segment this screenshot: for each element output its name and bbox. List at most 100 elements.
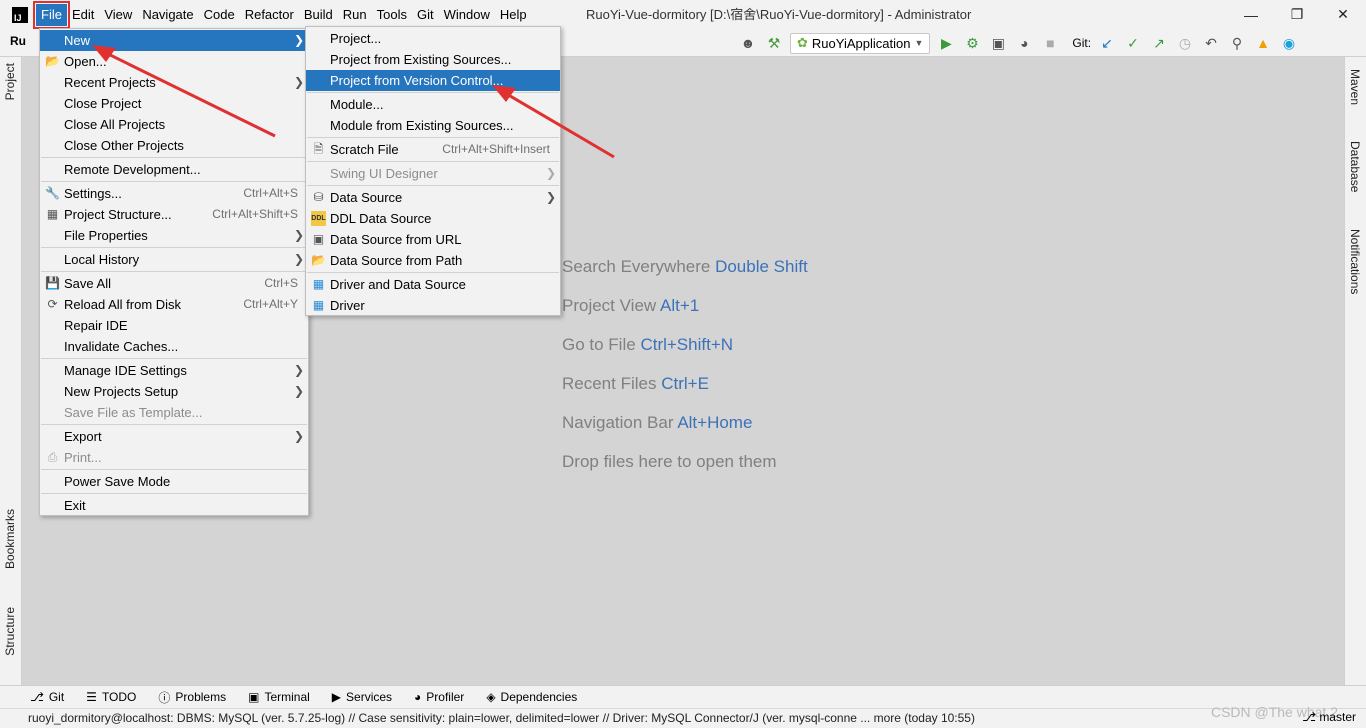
menu-item-data-source[interactable]: ⛁ Data Source ❯ <box>306 187 560 208</box>
menu-view[interactable]: View <box>99 4 137 26</box>
menu-item-local-history[interactable]: Local History ❯ <box>40 249 308 270</box>
tab-services[interactable]: ▶ Services <box>332 690 392 704</box>
update-available-icon[interactable]: ▲ <box>1253 33 1273 53</box>
menu-item-close-project[interactable]: Close Project <box>40 93 308 114</box>
menu-help[interactable]: Help <box>495 4 532 26</box>
menu-item-power-save-mode[interactable]: Power Save Mode <box>40 471 308 492</box>
menu-separator <box>41 358 307 359</box>
search-icon[interactable]: ⚲ <box>1227 33 1247 53</box>
menu-item-save-all[interactable]: 💾 Save All Ctrl+S <box>40 273 308 294</box>
menu-window[interactable]: Window <box>439 4 495 26</box>
menu-separator <box>41 157 307 158</box>
chevron-right-icon: ❯ <box>545 166 556 180</box>
menu-item-project-from-vcs[interactable]: Project from Version Control... <box>306 70 560 91</box>
title-bar: IJ File Edit View Navigate Code Refactor… <box>0 0 1366 29</box>
stop-icon[interactable]: ■ <box>1040 33 1060 53</box>
git-update-icon[interactable]: ↙ <box>1097 33 1117 53</box>
right-tool-stripe: Maven Database Notifications <box>1344 57 1366 685</box>
menu-item-exit[interactable]: Exit <box>40 495 308 516</box>
chevron-right-icon: ❯ <box>293 228 304 242</box>
close-window-button[interactable]: ✕ <box>1320 0 1366 29</box>
menu-item-close-all-projects[interactable]: Close All Projects <box>40 114 308 135</box>
debug-icon[interactable]: ⚙ <box>962 33 982 53</box>
menu-item-new-module[interactable]: Module... <box>306 94 560 115</box>
menu-item-invalidate-caches[interactable]: Invalidate Caches... <box>40 336 308 357</box>
menu-build[interactable]: Build <box>299 4 338 26</box>
menu-tools[interactable]: Tools <box>372 4 412 26</box>
menu-item-new[interactable]: New ❯ <box>40 30 308 51</box>
menu-item-reload-all[interactable]: ⟳ Reload All from Disk Ctrl+Alt+Y <box>40 294 308 315</box>
hint-recent-files: Recent Files Ctrl+E <box>562 374 709 393</box>
tab-problems[interactable]: ⓘ Problems <box>158 689 226 706</box>
menu-refactor[interactable]: Refactor <box>240 4 299 26</box>
tab-dependencies[interactable]: ◈ Dependencies <box>486 690 577 704</box>
menu-item-export[interactable]: Export ❯ <box>40 426 308 447</box>
menu-item-new-projects-setup[interactable]: New Projects Setup ❯ <box>40 381 308 402</box>
menu-item-recent-projects[interactable]: Recent Projects ❯ <box>40 72 308 93</box>
menu-file[interactable]: File <box>33 0 70 29</box>
menu-item-open[interactable]: 📂 Open... <box>40 51 308 72</box>
status-bar-message[interactable]: ruoyi_dormitory@localhost: DBMS: MySQL (… <box>0 708 1366 728</box>
hint-drop-files: Drop files here to open them <box>562 452 777 471</box>
dependencies-icon: ◈ <box>486 690 496 704</box>
database-icon: ⛁ <box>313 190 324 204</box>
branch-label: master <box>1319 710 1356 724</box>
tab-maven[interactable]: Maven <box>1348 69 1362 105</box>
menu-item-settings[interactable]: 🔧 Settings... Ctrl+Alt+S <box>40 183 308 204</box>
menu-item-file-properties[interactable]: File Properties ❯ <box>40 225 308 246</box>
tab-profiler[interactable]: ◕ Profiler <box>414 690 464 704</box>
menu-code[interactable]: Code <box>199 4 240 26</box>
reload-icon: ⟳ <box>47 297 58 311</box>
git-branch-icon: ⎇ <box>30 690 44 704</box>
run-config-selector[interactable]: ✿ RuoYiApplication ▼ <box>790 32 931 54</box>
menu-navigate[interactable]: Navigate <box>137 4 198 26</box>
git-history-icon[interactable]: ◷ <box>1175 33 1195 53</box>
tab-bookmarks[interactable]: Bookmarks <box>3 509 17 569</box>
menu-item-driver-and-data-source[interactable]: ▦ Driver and Data Source <box>306 274 560 295</box>
tab-terminal[interactable]: ▣ Terminal <box>248 690 310 704</box>
menu-edit[interactable]: Edit <box>67 4 99 26</box>
menu-item-project-from-existing[interactable]: Project from Existing Sources... <box>306 49 560 70</box>
menu-item-driver[interactable]: ▦ Driver <box>306 295 560 316</box>
menu-item-repair-ide[interactable]: Repair IDE <box>40 315 308 336</box>
rollback-icon[interactable]: ↶ <box>1201 33 1221 53</box>
menu-separator <box>307 161 559 162</box>
file-menu: New ❯ 📂 Open... Recent Projects ❯ Close Pro… <box>39 28 309 516</box>
window-controls: — ❐ ✕ <box>1228 0 1366 29</box>
menu-item-module-from-existing[interactable]: Module from Existing Sources... <box>306 115 560 136</box>
menu-git[interactable]: Git <box>412 4 439 26</box>
problems-icon: ⓘ <box>158 690 171 705</box>
tab-git[interactable]: ⎇ Git <box>30 690 64 704</box>
git-push-icon[interactable]: ↗ <box>1149 33 1169 53</box>
project-breadcrumb[interactable]: Ru <box>10 34 26 48</box>
tab-project[interactable]: Project <box>3 63 17 100</box>
git-commit-icon[interactable]: ✓ <box>1123 33 1143 53</box>
menu-item-data-source-from-path[interactable]: 📂 Data Source from Path <box>306 250 560 271</box>
run-icon[interactable]: ▶ <box>936 33 956 53</box>
coverage-icon[interactable]: ▣ <box>988 33 1008 53</box>
menu-item-scratch-file[interactable]: 🗎 Scratch File Ctrl+Alt+Shift+Insert <box>306 139 560 160</box>
menu-item-remote-development[interactable]: Remote Development... <box>40 159 308 180</box>
git-label: Git: <box>1072 36 1092 50</box>
menu-run[interactable]: Run <box>338 4 372 26</box>
tab-database[interactable]: Database <box>1348 141 1362 192</box>
user-icon[interactable]: ☻ <box>738 33 758 53</box>
menu-item-project-structure[interactable]: ▦ Project Structure... Ctrl+Alt+Shift+S <box>40 204 308 225</box>
restore-button[interactable]: ❐ <box>1274 0 1320 29</box>
welcome-hints: Search Everywhere Double Shift Project V… <box>562 256 808 490</box>
tab-structure[interactable]: Structure <box>3 607 17 656</box>
tab-todo[interactable]: ☰ TODO <box>86 690 136 704</box>
profile-icon[interactable]: ◕ <box>1014 33 1034 53</box>
build-hammer-icon[interactable]: ⚒ <box>764 33 784 53</box>
folder-icon: 📂 <box>45 54 60 68</box>
menu-item-close-other-projects[interactable]: Close Other Projects <box>40 135 308 156</box>
minimize-button[interactable]: — <box>1228 0 1274 29</box>
menu-item-manage-ide-settings[interactable]: Manage IDE Settings ❯ <box>40 360 308 381</box>
tab-notifications[interactable]: Notifications <box>1348 229 1362 294</box>
menu-item-data-source-from-url[interactable]: ▣ Data Source from URL <box>306 229 560 250</box>
menu-item-ddl-data-source[interactable]: DDL DDL Data Source <box>306 208 560 229</box>
hint-project-view: Project View Alt+1 <box>562 296 700 315</box>
bottom-tool-bar: ⎇ Git ☰ TODO ⓘ Problems ▣ Terminal ▶ Services… <box>0 685 1366 708</box>
menu-item-new-project[interactable]: Project... <box>306 28 560 49</box>
git-branch-widget[interactable]: ⎇ master <box>1302 708 1356 728</box>
